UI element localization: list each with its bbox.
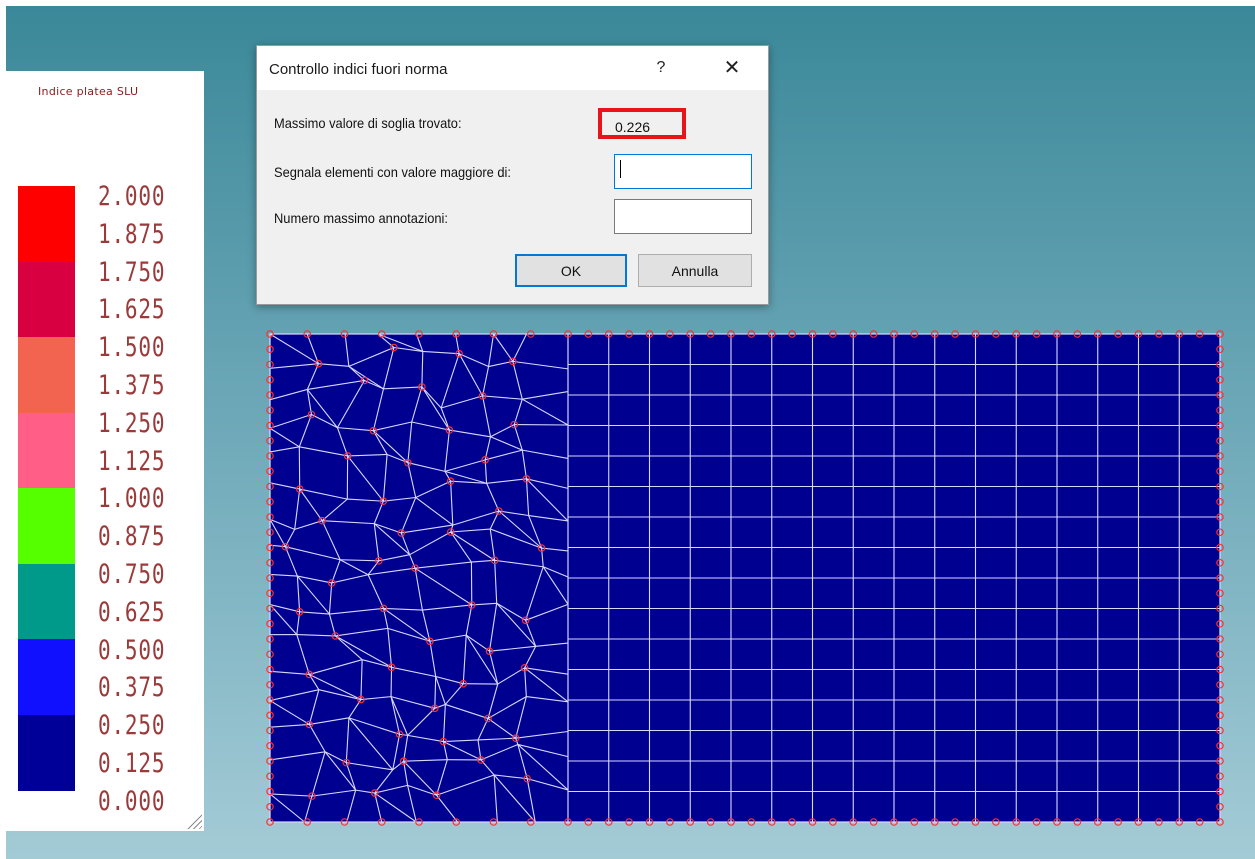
cancel-button[interactable]: Annulla xyxy=(638,254,752,287)
legend-value: 1.375 xyxy=(98,370,166,401)
dialog-titlebar[interactable]: Controllo indici fuori norma ? ✕ xyxy=(257,46,768,90)
threshold-input[interactable] xyxy=(614,154,752,189)
resize-grip-icon[interactable] xyxy=(184,811,202,829)
max-annotations-label: Numero massimo annotazioni: xyxy=(274,210,448,226)
dialog-controllo-indici: Controllo indici fuori norma ? ✕ Massimo… xyxy=(256,45,769,305)
legend-swatch xyxy=(18,261,75,338)
legend-value: 0.625 xyxy=(98,596,166,628)
highlight-box xyxy=(598,108,686,139)
legend-swatch xyxy=(18,488,75,564)
legend-value: 0.750 xyxy=(98,559,166,590)
legend-value: 0.875 xyxy=(98,521,166,553)
legend-swatch xyxy=(18,337,75,413)
legend-value: 0.125 xyxy=(98,748,166,779)
legend-value: 1.500 xyxy=(98,332,166,364)
legend-swatch xyxy=(18,412,75,489)
max-threshold-label: Massimo valore di soglia trovato: xyxy=(274,115,462,131)
legend-value: 0.500 xyxy=(98,634,166,666)
close-button[interactable]: ✕ xyxy=(718,55,746,81)
legend-title: Indice platea SLU xyxy=(38,85,139,98)
legend-value: 1.625 xyxy=(98,294,166,326)
fem-mesh[interactable] xyxy=(262,326,1232,832)
legend-value: 1.875 xyxy=(98,218,166,250)
ok-button[interactable]: OK xyxy=(515,254,627,287)
legend-value: 0.000 xyxy=(98,785,166,817)
mesh-line xyxy=(390,667,393,697)
legend-value: 1.250 xyxy=(98,407,166,439)
help-button[interactable]: ? xyxy=(649,55,673,81)
legend-value: 1.000 xyxy=(98,483,166,515)
text-caret xyxy=(620,160,621,178)
legend-value: 1.125 xyxy=(98,445,166,477)
legend-swatch xyxy=(18,714,75,791)
legend-swatch xyxy=(18,639,75,715)
dialog-title: Controllo indici fuori norma xyxy=(269,61,448,78)
legend-swatch xyxy=(18,186,75,262)
threshold-label: Segnala elementi con valore maggiore di: xyxy=(274,164,512,180)
legend-value: 0.375 xyxy=(98,672,166,704)
color-legend-panel: Indice platea SLU 2.000 1.875 1.750 1.625 1.… xyxy=(6,71,204,831)
legend-value: 1.750 xyxy=(98,256,166,288)
legend-value: 0.250 xyxy=(98,710,166,742)
max-annotations-input[interactable] xyxy=(614,199,752,234)
legend-value: 2.000 xyxy=(98,181,166,212)
legend-swatch xyxy=(18,563,75,640)
